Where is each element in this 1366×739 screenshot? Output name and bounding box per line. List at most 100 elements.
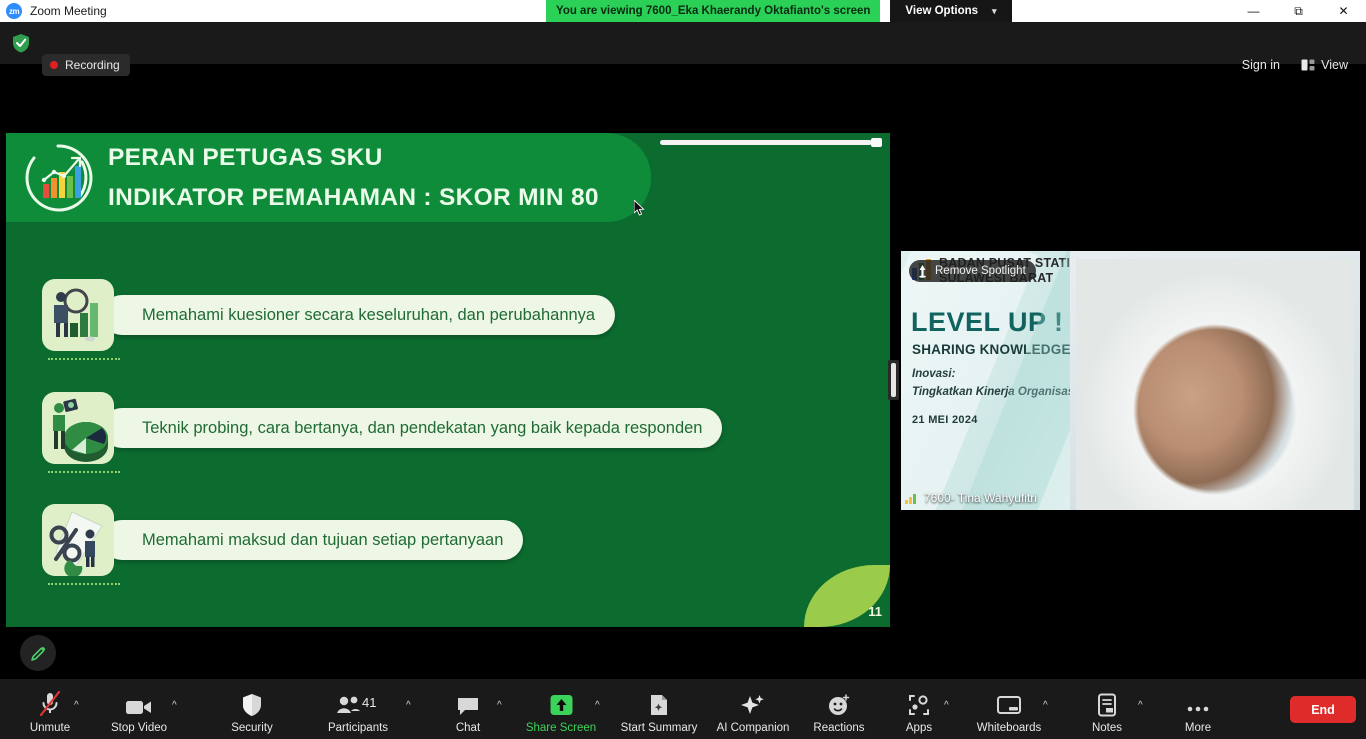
- share-screen-button[interactable]: Share Screen: [525, 691, 597, 734]
- participants-button[interactable]: 41 Participants: [322, 691, 394, 734]
- reactions-label: Reactions: [813, 722, 865, 734]
- growth-chart-ring-icon: [22, 142, 94, 214]
- slide-page-number: 11: [868, 604, 882, 619]
- bullet-pill: Teknik probing, cara bertanya, dan pende…: [102, 408, 723, 448]
- slide-title-block: PERAN PETUGAS SKU INDIKATOR PEMAHAMAN : …: [108, 138, 599, 217]
- slide-bullet-row: Memahami maksud dan tujuan setiap pertan…: [42, 504, 524, 585]
- slide-bullet-row: Teknik probing, cara bertanya, dan pende…: [42, 392, 723, 473]
- chat-label: Chat: [455, 722, 481, 734]
- meeting-toolbar: Unmute ^ Stop Video ^ Security 41 Partic…: [0, 679, 1366, 739]
- scrollbar-track: [660, 140, 872, 145]
- svg-text:41: 41: [362, 695, 376, 710]
- vertical-scrollbar[interactable]: [888, 360, 899, 400]
- bullet-text: Memahami maksud dan tujuan setiap pertan…: [142, 530, 504, 549]
- participant-name-label: 7600- Tina Wahyufitri: [924, 491, 1037, 505]
- window-controls: — ⧉ ✕: [1231, 0, 1366, 22]
- annotate-pencil-button[interactable]: [20, 635, 56, 671]
- shared-screen-content[interactable]: PERAN PETUGAS SKU INDIKATOR PEMAHAMAN : …: [6, 133, 890, 627]
- scrollbar-thumb[interactable]: [891, 363, 896, 397]
- person-pie-chart-icon: [42, 392, 114, 464]
- ai-companion-button[interactable]: AI Companion: [717, 691, 789, 734]
- video-options-caret[interactable]: ^: [172, 700, 177, 711]
- summary-doc-icon: [648, 691, 670, 717]
- participant-name-badge: 7600- Tina Wahyufitri: [905, 491, 1037, 505]
- mouse-pointer-icon: [633, 198, 645, 216]
- start-summary-button[interactable]: Start Summary: [620, 691, 698, 734]
- recording-indicator[interactable]: Recording: [42, 54, 130, 76]
- shield-check-icon[interactable]: [12, 33, 30, 53]
- chat-options-caret[interactable]: ^: [497, 700, 502, 711]
- security-button[interactable]: Security: [216, 691, 288, 734]
- row-dashed-line: [48, 358, 120, 360]
- scrollbar-thumb[interactable]: [871, 138, 882, 147]
- pencil-annotate-icon: [30, 646, 45, 661]
- security-label: Security: [231, 722, 273, 734]
- signal-bars-icon: [905, 494, 916, 504]
- video-slide-date: 21 MEI 2024: [912, 414, 978, 426]
- video-slide-subheading: SHARING KNOWLEDGE: [912, 342, 1071, 357]
- participant-hijab: [1076, 259, 1354, 510]
- whiteboards-options-caret[interactable]: ^: [1043, 700, 1048, 711]
- sharing-banner: You are viewing 7600_Eka Khaerandy Oktaf…: [546, 0, 881, 22]
- more-label: More: [1184, 722, 1212, 734]
- remove-spotlight-label: Remove Spotlight: [935, 265, 1026, 277]
- view-layout-button[interactable]: View: [1293, 54, 1356, 76]
- notes-options-caret[interactable]: ^: [1138, 700, 1143, 711]
- sign-in-label: Sign in: [1241, 58, 1280, 72]
- slide-header: PERAN PETUGAS SKU INDIKATOR PEMAHAMAN : …: [6, 133, 651, 222]
- video-slide-note-text: Tingkatkan Kinerja Organisasi: [912, 386, 1078, 398]
- recording-label: Recording: [65, 58, 120, 72]
- apps-button[interactable]: Apps: [883, 691, 955, 734]
- whiteboards-button[interactable]: Whiteboards: [973, 691, 1045, 734]
- recording-dot-icon: [50, 61, 58, 69]
- video-slide-note-label: Inovasi:: [912, 368, 956, 380]
- stop-video-button[interactable]: Stop Video: [103, 691, 175, 734]
- row-dashed-line: [48, 583, 120, 585]
- video-camera-icon: [125, 691, 153, 717]
- microphone-muted-icon: [38, 691, 62, 717]
- shield-icon: [242, 691, 262, 717]
- participants-icon: 41: [336, 691, 380, 717]
- more-button[interactable]: More: [1162, 691, 1234, 734]
- share-options-caret[interactable]: ^: [595, 700, 600, 711]
- chat-button[interactable]: Chat: [432, 691, 504, 734]
- stop-video-label: Stop Video: [110, 722, 168, 734]
- chat-bubble-icon: [456, 691, 480, 717]
- participants-options-caret[interactable]: ^: [406, 700, 411, 711]
- share-screen-label: Share Screen: [525, 722, 597, 734]
- more-dots-icon: [1185, 691, 1211, 717]
- start-summary-label: Start Summary: [620, 722, 698, 734]
- whiteboards-label: Whiteboards: [976, 722, 1042, 734]
- view-label: View: [1321, 58, 1348, 72]
- unmute-label: Unmute: [29, 722, 71, 734]
- window-title: Zoom Meeting: [30, 4, 107, 18]
- notes-button[interactable]: Notes: [1071, 691, 1143, 734]
- slide-title-line2: INDIKATOR PEMAHAMAN : SKOR MIN 80: [108, 183, 599, 211]
- apps-options-caret[interactable]: ^: [944, 700, 949, 711]
- bullet-pill: Memahami kuesioner secara keseluruhan, d…: [102, 295, 616, 335]
- end-meeting-button[interactable]: End: [1290, 696, 1356, 723]
- ai-companion-label: AI Companion: [716, 722, 790, 734]
- notes-icon: [1097, 691, 1117, 717]
- bullet-text: Teknik probing, cara bertanya, dan pende…: [142, 418, 703, 437]
- whiteboard-icon: [996, 691, 1022, 717]
- slide-bullet-row: Memahami kuesioner secara keseluruhan, d…: [42, 279, 616, 360]
- sign-in-button[interactable]: Sign in: [1234, 54, 1288, 76]
- horizontal-scrollbar[interactable]: [660, 136, 882, 148]
- reactions-button[interactable]: Reactions: [803, 691, 875, 734]
- unmute-button[interactable]: Unmute: [14, 691, 86, 734]
- participant-webcam-image: [1070, 251, 1360, 510]
- percent-person-icon: [42, 504, 114, 576]
- spotlight-icon: [919, 265, 926, 278]
- audio-options-caret[interactable]: ^: [74, 700, 79, 711]
- participant-video-tile[interactable]: BADAN PUSAT STATISTIK SULAWESI BARAT LEV…: [901, 251, 1360, 510]
- video-slide-heading: LEVEL UP !: [911, 307, 1064, 337]
- maximize-icon[interactable]: ⧉: [1276, 0, 1321, 22]
- close-icon[interactable]: ✕: [1321, 0, 1366, 22]
- share-screen-icon: [549, 691, 574, 717]
- notes-label: Notes: [1091, 722, 1123, 734]
- chevron-down-icon: ▾: [992, 5, 997, 16]
- remove-spotlight-button[interactable]: Remove Spotlight: [909, 260, 1036, 282]
- minimize-icon[interactable]: —: [1231, 0, 1276, 22]
- view-options-button[interactable]: View Options ▾: [890, 0, 1012, 22]
